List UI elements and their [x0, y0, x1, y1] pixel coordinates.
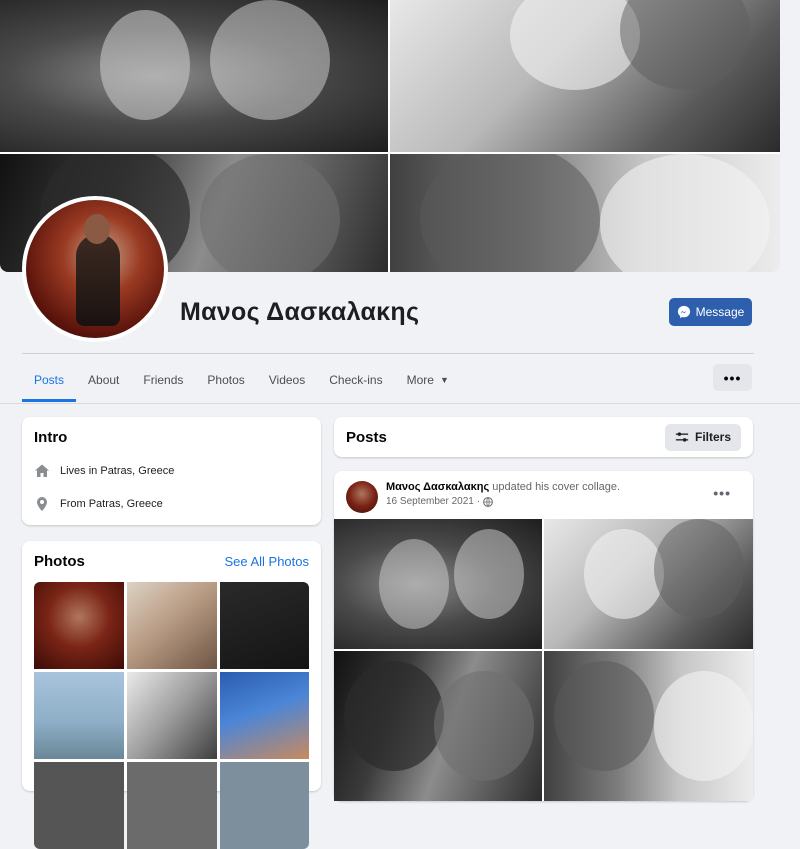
- post-date[interactable]: 16 September 2021: [386, 496, 474, 507]
- message-label: Message: [695, 305, 745, 319]
- post-options-button[interactable]: •••: [713, 485, 731, 501]
- cover-photo-kiss-child: [390, 0, 780, 152]
- post-action-text: updated his cover collage.: [492, 481, 621, 493]
- lives-in-row: Lives in Patras, Greece: [34, 463, 309, 479]
- posts-title: Posts: [346, 428, 387, 446]
- tab-friends[interactable]: Friends: [131, 360, 195, 402]
- lives-in-text: Lives in Patras, Greece: [60, 465, 175, 477]
- tab-about[interactable]: About: [76, 360, 131, 402]
- photo-thumbnail[interactable]: [34, 582, 124, 669]
- filters-label: Filters: [694, 430, 731, 444]
- tab-photos[interactable]: Photos: [195, 360, 256, 402]
- globe-icon: [483, 496, 494, 507]
- tab-more[interactable]: More ▼: [395, 360, 461, 402]
- collage-photo: [544, 519, 753, 649]
- messenger-icon: [677, 305, 690, 319]
- photo-thumbnail[interactable]: [127, 762, 217, 849]
- photo-thumbnail[interactable]: [34, 762, 124, 849]
- collage-photo: [334, 651, 542, 801]
- post-card: Μανος Δασκαλακης updated his cover colla…: [334, 471, 753, 801]
- home-icon: [35, 464, 49, 477]
- tab-posts[interactable]: Posts: [22, 360, 77, 402]
- profile-tabs: Posts About Friends Photos Videos Check-…: [22, 360, 461, 402]
- photo-thumbnail[interactable]: [127, 582, 217, 669]
- photos-card: Photos See All Photos: [22, 541, 321, 849]
- photo-grid: [34, 582, 309, 849]
- message-button[interactable]: Message: [669, 298, 752, 326]
- post-header: Μανος Δασκαλακης updated his cover colla…: [334, 471, 753, 519]
- more-options-button[interactable]: •••: [713, 364, 752, 391]
- tab-check-ins[interactable]: Check-ins: [317, 360, 394, 402]
- profile-name: Μανος Δασκαλακης: [180, 298, 420, 326]
- filters-button[interactable]: Filters: [664, 423, 741, 451]
- see-all-photos-link[interactable]: See All Photos: [224, 554, 309, 569]
- post-separator: ·: [476, 496, 481, 507]
- from-text: From Patras, Greece: [60, 498, 163, 510]
- posts-header-card: Posts Filters: [334, 417, 753, 457]
- cover-photo-couple-selfie: [390, 154, 780, 272]
- photo-thumbnail[interactable]: [220, 672, 309, 759]
- from-row: From Patras, Greece: [34, 496, 309, 512]
- photo-thumbnail[interactable]: [34, 672, 124, 759]
- post-author-avatar[interactable]: [346, 481, 378, 513]
- photos-title: Photos: [34, 553, 85, 570]
- tab-videos[interactable]: Videos: [257, 360, 317, 402]
- divider: [0, 403, 800, 404]
- post-cover-collage[interactable]: [334, 519, 753, 801]
- photo-thumbnail[interactable]: [220, 762, 309, 849]
- intro-title: Intro: [34, 429, 68, 446]
- sliders-icon: [675, 432, 689, 442]
- divider: [22, 353, 754, 354]
- collage-photo: [334, 519, 542, 649]
- photo-thumbnail[interactable]: [127, 672, 217, 759]
- photo-thumbnail[interactable]: [220, 582, 309, 669]
- cover-photo-child-with-wings: [0, 0, 388, 152]
- profile-avatar[interactable]: [22, 196, 168, 342]
- intro-card: Intro Lives in Patras, Greece From Patra…: [22, 417, 321, 525]
- location-pin-icon: [37, 497, 47, 511]
- collage-photo: [544, 651, 753, 801]
- caret-down-icon: ▼: [439, 374, 449, 385]
- post-author-name[interactable]: Μανος Δασκαλακης: [386, 481, 489, 493]
